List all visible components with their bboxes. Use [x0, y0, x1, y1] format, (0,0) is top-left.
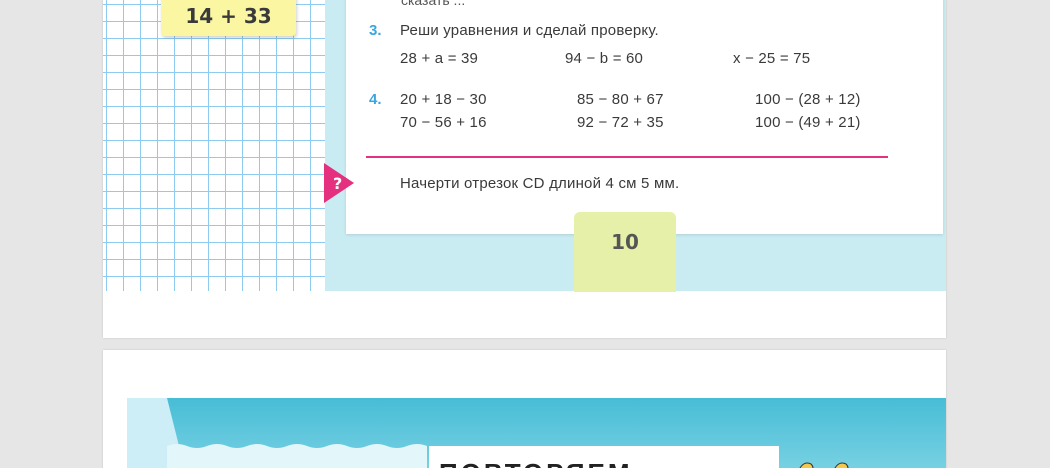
divider-line: [366, 156, 888, 158]
butterfly-icon: [799, 462, 849, 468]
expression-r1c2: 85 − 80 + 67: [577, 91, 664, 108]
expression-card-text: 14 + 33: [185, 4, 272, 28]
expression-r2c2: 92 − 72 + 35: [577, 114, 664, 131]
question-badge-text: ?: [333, 174, 342, 193]
expression-r2c3: 100 − (49 + 21): [755, 114, 861, 131]
cut-off-text: сказать ...: [401, 0, 466, 8]
task-3-number: 3.: [369, 22, 382, 39]
expression-card: 14 + 33: [161, 0, 296, 36]
question-text: Начерти отрезок CD длиной 4 см 5 мм.: [400, 175, 680, 192]
expression-r2c1: 70 − 56 + 16: [400, 114, 487, 131]
textbook-page-bottom: ПОВТОРЯЕМ: [103, 350, 946, 468]
equation-2: 94 − b = 60: [565, 50, 644, 67]
page-number: 10: [611, 230, 639, 254]
banner-title: ПОВТОРЯЕМ: [439, 458, 633, 468]
question-badge-icon: ?: [324, 163, 354, 203]
graph-paper-margin: [103, 0, 325, 291]
textbook-page-top: 14 + 33 сказать ... 3. Реши уравнения и …: [103, 0, 946, 338]
banner-title-box: ПОВТОРЯЕМ: [429, 446, 779, 468]
expression-r1c1: 20 + 18 − 30: [400, 91, 487, 108]
task-4-number: 4.: [369, 91, 382, 108]
equation-1: 28 + a = 39: [400, 50, 479, 67]
equation-3: x − 25 = 75: [733, 50, 811, 67]
page-number-tab: 10: [574, 212, 676, 292]
expression-r1c3: 100 − (28 + 12): [755, 91, 861, 108]
task-3-instruction: Реши уравнения и сделай проверку.: [400, 22, 659, 39]
